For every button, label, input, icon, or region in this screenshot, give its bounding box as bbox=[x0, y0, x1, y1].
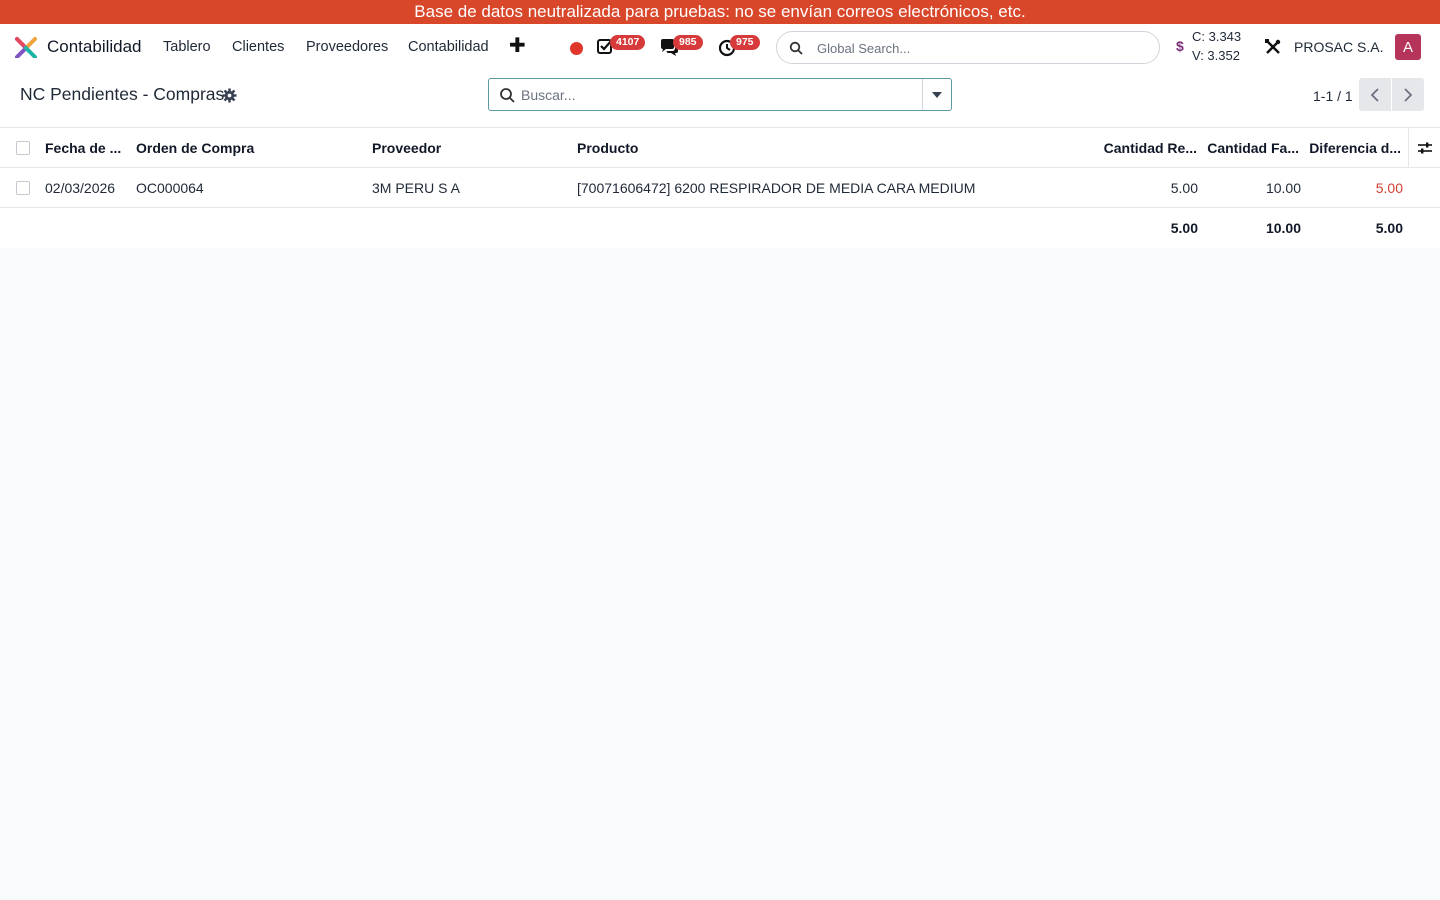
menu-item-contabilidad[interactable]: Contabilidad bbox=[408, 39, 489, 55]
global-search[interactable] bbox=[776, 31, 1160, 64]
debug-tools-icon[interactable] bbox=[1264, 38, 1282, 56]
search-icon bbox=[789, 41, 803, 55]
menu-item-proveedores[interactable]: Proveedores bbox=[306, 39, 388, 55]
optional-columns-toggle[interactable] bbox=[1408, 128, 1440, 168]
pager-value[interactable]: 1-1 / 1 bbox=[1313, 88, 1353, 104]
pager-previous-button[interactable] bbox=[1359, 78, 1391, 111]
search-icon bbox=[500, 88, 515, 103]
search-bar[interactable] bbox=[488, 78, 952, 111]
column-header-cantidad-facturada[interactable]: Cantidad Fa... bbox=[1205, 128, 1299, 168]
table-header-row: Fecha de ... Orden de Compra Proveedor P… bbox=[0, 128, 1440, 168]
chevron-right-icon bbox=[1404, 87, 1413, 102]
banner-text: Base de datos neutralizada para pruebas:… bbox=[414, 2, 1026, 21]
top-navbar: Contabilidad Tablero Clientes Proveedore… bbox=[0, 24, 1440, 70]
list-view-table: Fecha de ... Orden de Compra Proveedor P… bbox=[0, 128, 1440, 248]
table-row[interactable]: 02/03/2026 OC000064 3M PERU S A [7007160… bbox=[0, 168, 1440, 208]
column-header-orden-compra[interactable]: Orden de Compra bbox=[136, 128, 356, 168]
app-name[interactable]: Contabilidad bbox=[47, 37, 142, 57]
search-input[interactable] bbox=[521, 85, 911, 105]
cell-fecha: 02/03/2026 bbox=[45, 180, 116, 196]
chevron-left-icon bbox=[1370, 87, 1379, 102]
column-header-fecha[interactable]: Fecha de ... bbox=[45, 128, 127, 168]
cell-cantidad-facturada: 10.00 bbox=[1265, 180, 1301, 196]
row-select-checkbox[interactable] bbox=[16, 181, 30, 195]
cell-producto: [70071606472] 6200 RESPIRADOR DE MEDIA C… bbox=[577, 180, 976, 196]
cell-proveedor: 3M PERU S A bbox=[372, 180, 460, 196]
column-header-diferencia[interactable]: Diferencia d... bbox=[1308, 128, 1401, 168]
gear-icon[interactable] bbox=[222, 88, 237, 103]
accounting-app-logo-icon[interactable] bbox=[14, 36, 38, 58]
user-avatar[interactable]: A bbox=[1395, 34, 1421, 60]
total-cantidad-recibida: 5.00 bbox=[1170, 220, 1198, 236]
messages-count-badge: 985 bbox=[673, 35, 703, 50]
table-totals-row: 5.00 10.00 5.00 bbox=[0, 208, 1440, 248]
sliders-icon bbox=[1417, 142, 1432, 154]
page-title: NC Pendientes - Compras bbox=[20, 84, 225, 104]
total-cantidad-facturada: 10.00 bbox=[1265, 220, 1301, 236]
record-status-icon[interactable] bbox=[570, 42, 583, 55]
exchange-rate-buy: C: 3.343 bbox=[1192, 29, 1242, 44]
quick-create-plus-icon[interactable]: ✚ bbox=[509, 34, 526, 58]
menu-item-tablero[interactable]: Tablero bbox=[163, 39, 211, 55]
control-panel: NC Pendientes - Compras 1-1 / 1 bbox=[0, 70, 1440, 128]
total-diferencia: 5.00 bbox=[1375, 220, 1403, 236]
timesheets-count-badge: 975 bbox=[730, 35, 760, 50]
global-search-input[interactable] bbox=[817, 38, 1147, 58]
cell-cantidad-recibida: 5.00 bbox=[1170, 180, 1198, 196]
menu-item-clientes[interactable]: Clientes bbox=[232, 39, 284, 55]
caret-down-icon bbox=[932, 91, 942, 98]
company-switcher[interactable]: PROSAC S.A. bbox=[1294, 39, 1383, 55]
select-all-checkbox[interactable] bbox=[16, 141, 30, 155]
activities-count-badge: 4107 bbox=[610, 35, 646, 50]
cell-diferencia: 5.00 bbox=[1375, 180, 1403, 196]
column-header-producto[interactable]: Producto bbox=[577, 128, 1077, 168]
column-header-proveedor[interactable]: Proveedor bbox=[372, 128, 562, 168]
search-options-toggle[interactable] bbox=[922, 79, 951, 110]
exchange-rate-sell: V: 3.352 bbox=[1192, 48, 1240, 63]
test-database-banner: Base de datos neutralizada para pruebas:… bbox=[0, 0, 1440, 24]
cell-orden-compra: OC000064 bbox=[136, 180, 204, 196]
pager-next-button[interactable] bbox=[1392, 78, 1424, 111]
currency-dollar-icon: $ bbox=[1176, 38, 1184, 54]
column-header-cantidad-recibida[interactable]: Cantidad Re... bbox=[1100, 128, 1197, 168]
